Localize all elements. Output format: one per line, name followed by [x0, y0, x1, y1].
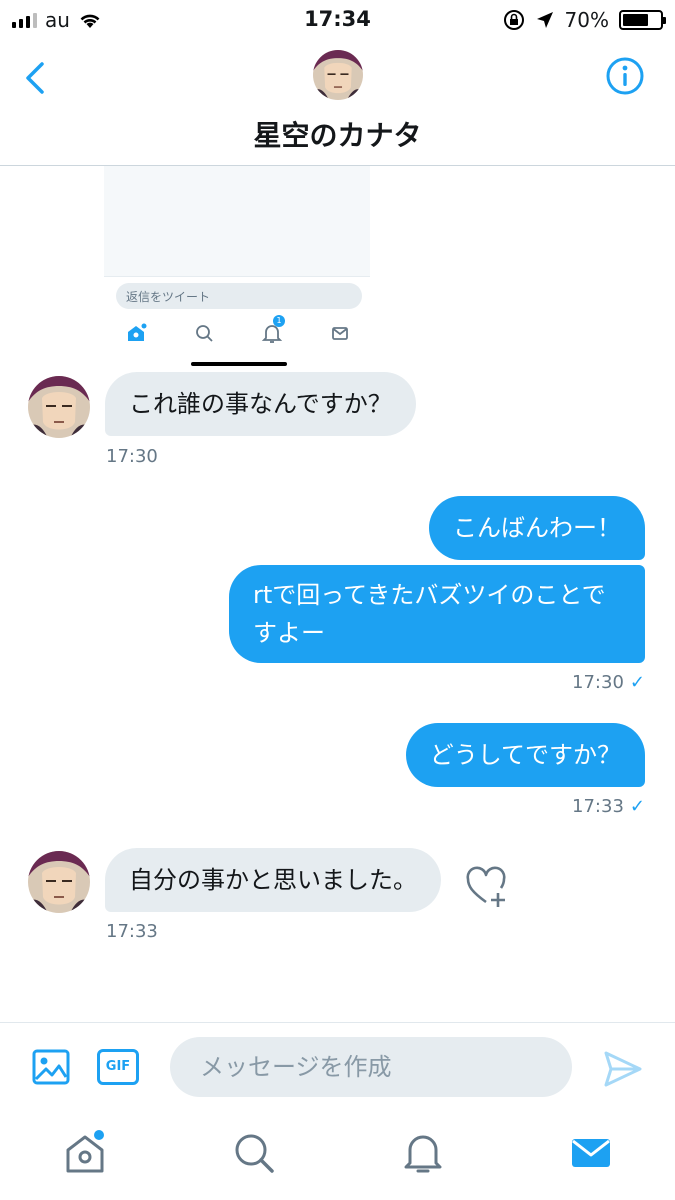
battery-icon — [619, 10, 666, 30]
conversation-title: 星空のカナタ — [253, 119, 422, 152]
message-timestamp: 17:30 ✓ — [572, 672, 645, 693]
tab-messages[interactable] — [568, 1130, 614, 1176]
tab-search[interactable] — [231, 1130, 277, 1176]
battery-percent: 70% — [564, 8, 609, 32]
image-icon — [32, 1049, 70, 1085]
notification-badge: 1 — [273, 315, 285, 327]
home-icon — [128, 323, 147, 341]
message-bubble[interactable]: rtで回ってきたバズツイのことですよー — [229, 565, 645, 663]
message-timestamp: 17:33 — [106, 921, 158, 942]
send-button[interactable] — [602, 1049, 644, 1089]
notification-dot — [94, 1130, 104, 1140]
message-bubble[interactable]: こんばんわー！ — [429, 496, 645, 560]
messages-icon — [572, 1139, 610, 1167]
notifications-icon — [404, 1135, 442, 1173]
conversation-header: 星空のカナタ — [0, 40, 675, 166]
tab-notifications[interactable] — [400, 1130, 446, 1176]
avatar[interactable] — [313, 50, 363, 100]
media-button[interactable] — [31, 1047, 71, 1087]
reply-placeholder: 返信をツイート — [116, 283, 362, 309]
tab-bar — [0, 1112, 675, 1200]
avatar[interactable] — [28, 376, 90, 438]
info-button[interactable] — [605, 56, 645, 96]
rotation-lock-icon — [503, 10, 524, 30]
message-bubble[interactable]: 自分の事かと思いました。 — [105, 848, 441, 912]
info-icon — [606, 57, 644, 95]
message-bubble[interactable]: これ誰の事なんですか？ — [105, 372, 416, 436]
message-composer: GIF — [0, 1022, 675, 1112]
mail-icon — [332, 327, 348, 340]
search-icon — [235, 1134, 274, 1173]
shared-image[interactable]: 返信をツイート 1 — [104, 166, 370, 366]
heart-plus-icon — [466, 866, 506, 907]
location-icon — [536, 12, 553, 28]
search-icon — [196, 325, 213, 342]
message-timestamp: 17:30 — [106, 446, 158, 467]
message-bubble[interactable]: どうしてですか？ — [405, 723, 645, 787]
status-bar: au 17:34 70% — [0, 0, 675, 40]
message-timestamp: 17:33 ✓ — [572, 796, 645, 817]
back-button[interactable] — [18, 58, 54, 98]
send-icon — [604, 1051, 642, 1087]
read-check-icon: ✓ — [629, 796, 645, 817]
read-check-icon: ✓ — [629, 672, 645, 693]
message-input[interactable] — [170, 1037, 572, 1097]
like-button[interactable] — [466, 866, 510, 910]
avatar[interactable] — [28, 851, 90, 913]
gif-button[interactable]: GIF — [97, 1049, 139, 1085]
chevron-left-icon — [26, 62, 44, 94]
